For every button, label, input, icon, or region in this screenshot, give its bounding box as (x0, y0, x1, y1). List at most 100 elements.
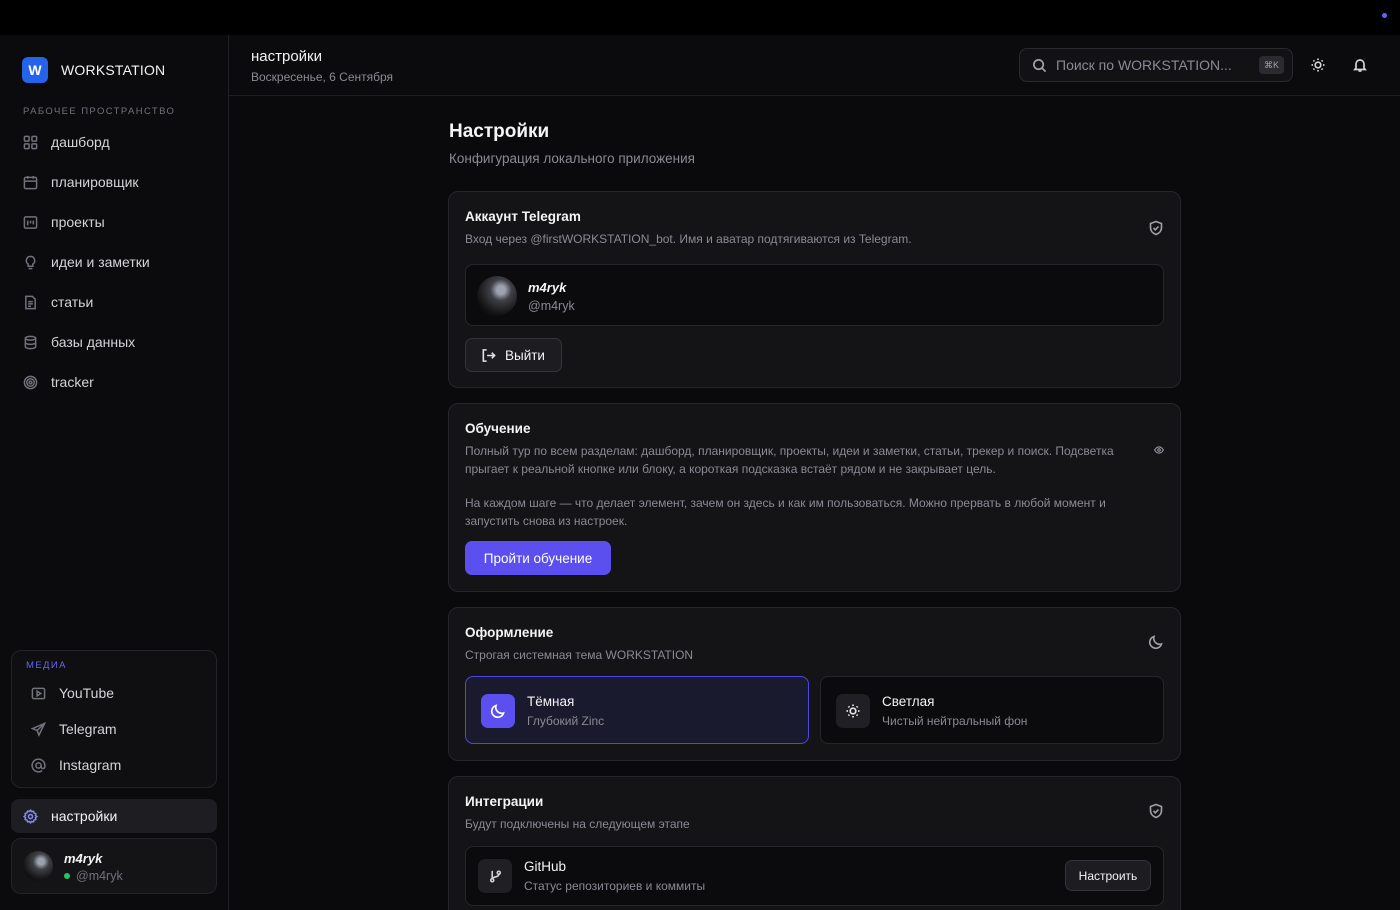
theme-description: Глубокий Zinc (527, 714, 605, 728)
workspace-section-label: РАБОЧЕЕ ПРОСТРАНСТВО (23, 106, 176, 117)
start-tutorial-button[interactable]: Пройти обучение (465, 541, 611, 575)
media-item-youtube[interactable]: YouTube (22, 675, 208, 711)
avatar (477, 276, 517, 316)
card-subtitle: Вход через @firstWORKSTATION_bot. Имя и … (465, 232, 912, 246)
settings-label: настройки (51, 808, 118, 824)
database-icon (24, 335, 37, 349)
sidebar-nav: дашборд планировщик проекты идеи и замет… (14, 122, 216, 402)
theme-name: Тёмная (527, 694, 575, 709)
configure-github-button[interactable]: Настроить (1065, 860, 1151, 891)
theme-icon-box (481, 694, 515, 728)
main-content: Настройки Конфигурация локального прилож… (229, 96, 1400, 910)
app-logo-icon: W (22, 57, 48, 83)
settings-heading: Настройки (449, 121, 550, 142)
document-icon (25, 295, 36, 309)
sidebar-item-label: идеи и заметки (51, 254, 150, 270)
telegram-name: m4ryk (528, 280, 567, 295)
avatar (23, 851, 53, 881)
search-box[interactable]: ⌘K (1019, 48, 1293, 82)
brand[interactable]: W WORKSTATION (22, 57, 165, 83)
integration-name: GitHub (524, 859, 567, 874)
sidebar-item-label: tracker (51, 374, 94, 390)
sidebar-item-label: дашборд (51, 134, 110, 150)
logout-label: Выйти (505, 347, 545, 363)
sidebar: W WORKSTATION РАБОЧЕЕ ПРОСТРАНСТВО дашбо… (0, 35, 229, 910)
shield-check-icon (1148, 803, 1164, 819)
sidebar-item-settings[interactable]: настройки (11, 799, 217, 833)
tutorial-card: Обучение Полный тур по всем разделам: да… (448, 403, 1181, 592)
theme-name: Светлая (882, 694, 935, 709)
sidebar-item-dashboard[interactable]: дашборд (14, 122, 216, 162)
dashboard-icon (23, 135, 38, 149)
send-icon (31, 721, 46, 737)
app-name: WORKSTATION (61, 62, 166, 78)
telegram-account-card: Аккаунт Telegram Вход через @firstWORKST… (448, 191, 1181, 388)
theme-icon-box (836, 694, 870, 728)
shield-check-icon (1148, 220, 1164, 236)
at-sign-icon (31, 757, 46, 773)
status-dot (1382, 13, 1387, 18)
user-profile[interactable]: m4ryk @m4ryk (11, 838, 217, 894)
search-input[interactable] (1056, 57, 1246, 73)
logout-icon (482, 348, 496, 362)
search-shortcut-badge: ⌘K (1259, 56, 1284, 74)
theme-option-light[interactable]: Светлая Чистый нейтральный фон (820, 676, 1164, 744)
tutorial-description-2: На каждом шаге — что делает элемент, зач… (465, 496, 1106, 528)
sun-icon (846, 704, 860, 718)
settings-subheading: Конфигурация локального приложения (449, 151, 695, 166)
sidebar-item-label: базы данных (51, 334, 136, 350)
youtube-icon (31, 687, 46, 699)
notifications-button[interactable] (1350, 55, 1370, 75)
card-subtitle: Строгая системная тема WORKSTATION (465, 648, 694, 662)
window-top-bar (0, 0, 1400, 35)
user-handle-row: @m4ryk (64, 869, 123, 883)
theme-option-dark[interactable]: Тёмная Глубокий Zinc (465, 676, 809, 744)
media-item-label: YouTube (59, 685, 115, 701)
online-status-dot (64, 873, 70, 879)
gear-icon (23, 808, 38, 824)
theme-description: Чистый нейтральный фон (882, 714, 1028, 728)
media-item-instagram[interactable]: Instagram (22, 747, 208, 783)
sidebar-item-tracker[interactable]: tracker (14, 362, 216, 402)
page-date: Воскресенье, 6 Сентября (251, 70, 394, 84)
sidebar-item-label: проекты (51, 214, 105, 230)
search-icon (1033, 58, 1047, 72)
card-title: Интеграции (465, 794, 544, 809)
sidebar-item-planner[interactable]: планировщик (14, 162, 216, 202)
moon-icon (1148, 634, 1164, 650)
logout-button[interactable]: Выйти (465, 338, 562, 372)
bell-icon (1353, 59, 1367, 72)
sidebar-item-ideas[interactable]: идеи и заметки (14, 242, 216, 282)
sidebar-item-projects[interactable]: проекты (14, 202, 216, 242)
user-handle: @m4ryk (76, 869, 123, 883)
media-item-telegram[interactable]: Telegram (22, 711, 208, 747)
card-title: Оформление (465, 625, 554, 640)
telegram-handle: @m4ryk (528, 299, 575, 313)
page-title: настройки (251, 48, 323, 65)
media-item-label: Telegram (59, 721, 117, 737)
target-icon (23, 375, 38, 389)
projects-icon (23, 215, 38, 229)
card-title: Аккаунт Telegram (465, 209, 581, 224)
sidebar-item-label: статьи (51, 294, 94, 310)
integrations-card: Интеграции Будут подключены на следующем… (448, 776, 1181, 910)
calendar-icon (23, 175, 38, 189)
card-subtitle: Будут подключены на следующем этапе (465, 817, 690, 831)
integration-description: Статус репозиториев и коммиты (524, 879, 706, 893)
theme-toggle-button[interactable] (1308, 55, 1328, 75)
sidebar-item-articles[interactable]: статьи (14, 282, 216, 322)
git-branch-icon (478, 859, 512, 893)
user-name: m4ryk (64, 851, 103, 866)
media-item-label: Instagram (59, 757, 122, 773)
lightbulb-icon (25, 255, 36, 269)
sidebar-item-label: планировщик (51, 174, 139, 190)
sun-icon (1311, 58, 1325, 72)
integration-github: GitHub Статус репозиториев и коммиты Нас… (465, 846, 1164, 906)
moon-icon (490, 704, 505, 719)
telegram-profile: m4ryk @m4ryk (465, 264, 1164, 326)
eye-icon (1154, 442, 1164, 454)
card-title: Обучение (465, 421, 531, 436)
appearance-card: Оформление Строгая системная тема WORKST… (448, 607, 1181, 761)
sidebar-item-databases[interactable]: базы данных (14, 322, 216, 362)
media-section: МЕДИА YouTube Telegram Instagram (11, 650, 217, 788)
